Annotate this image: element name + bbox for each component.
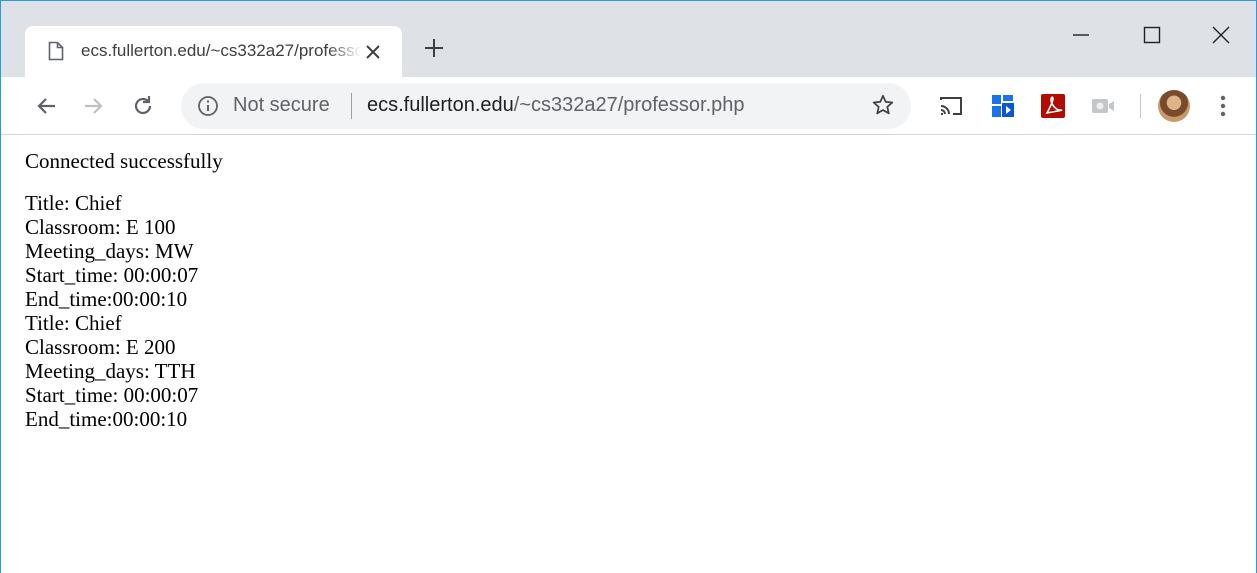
title-bar: ecs.fullerton.edu/~cs332a27/professor.ph…: [1, 1, 1256, 78]
record-classroom: Classroom: E 100: [25, 215, 176, 239]
record-meeting-days: Meeting_days: MW: [25, 239, 194, 263]
tab-title: ecs.fullerton.edu/~cs332a27/professor.ph…: [81, 41, 361, 60]
url-host: ecs.fullerton.edu: [367, 94, 514, 116]
cast-icon[interactable]: [937, 92, 965, 120]
record-title: Title: Chief: [25, 191, 122, 215]
pdf-icon[interactable]: [1039, 92, 1067, 120]
page-icon: [48, 41, 64, 66]
camera-icon[interactable]: [1089, 92, 1117, 120]
toolbar-divider: [1140, 94, 1141, 118]
more-menu-icon[interactable]: [1213, 93, 1233, 119]
star-icon[interactable]: [871, 93, 895, 122]
maximize-icon[interactable]: [1140, 23, 1164, 47]
address-bar[interactable]: Not secure ecs.fullerton.edu/~cs332a27/p…: [181, 83, 911, 129]
browser-tab[interactable]: ecs.fullerton.edu/~cs332a27/professor.ph…: [25, 26, 402, 78]
record-classroom: Classroom: E 200: [25, 335, 176, 359]
omnibox-separator: [351, 93, 352, 119]
record-end-time: End_time:00:00:10: [25, 407, 188, 431]
url-text[interactable]: ecs.fullerton.edu/~cs332a27/professor.ph…: [367, 94, 745, 117]
record-end-time: End_time:00:00:10: [25, 287, 188, 311]
security-label[interactable]: Not secure: [233, 94, 330, 117]
avatar[interactable]: [1158, 90, 1190, 122]
close-icon[interactable]: [363, 42, 383, 62]
window-close-icon[interactable]: [1209, 23, 1233, 47]
extension-icon[interactable]: [989, 92, 1017, 120]
forward-arrow-icon[interactable]: [79, 92, 107, 120]
record-start-time: Start_time: 00:00:07: [25, 383, 199, 407]
connection-status: Connected successfully: [25, 149, 223, 173]
url-path: /~cs332a27/professor.php: [513, 94, 745, 116]
record-title: Title: Chief: [25, 311, 122, 335]
page-content: Connected successfully Title: Chief Clas…: [25, 149, 1256, 431]
back-arrow-icon[interactable]: [33, 92, 61, 120]
toolbar: Not secure ecs.fullerton.edu/~cs332a27/p…: [1, 78, 1256, 135]
info-icon[interactable]: [197, 95, 219, 122]
reload-icon[interactable]: [129, 92, 157, 120]
record-meeting-days: Meeting_days: TTH: [25, 359, 196, 383]
browser-window: ecs.fullerton.edu/~cs332a27/professor.ph…: [0, 0, 1257, 573]
plus-icon[interactable]: [421, 35, 447, 61]
record-list: Title: Chief Classroom: E 100 Meeting_da…: [25, 191, 1256, 431]
record-start-time: Start_time: 00:00:07: [25, 263, 199, 287]
minimize-icon[interactable]: [1069, 23, 1093, 47]
